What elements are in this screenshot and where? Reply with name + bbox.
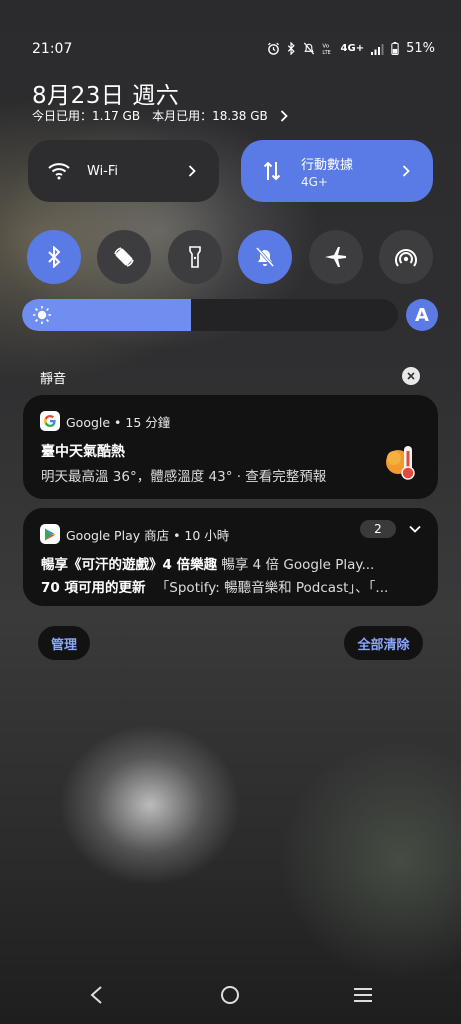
notification-title: 臺中天氣酷熱 <box>41 444 125 460</box>
close-icon <box>407 372 415 380</box>
section-title: 靜音 <box>40 372 67 387</box>
clear-all-button[interactable]: 全部清除 <box>344 626 423 660</box>
airplane-toggle[interactable] <box>309 230 363 284</box>
alarm-icon <box>267 42 279 55</box>
recents-icon[interactable] <box>353 985 373 1005</box>
volte-icon: VoLTE <box>322 44 330 55</box>
dismiss-section-button[interactable] <box>402 367 420 385</box>
notification-line-2: 70 項可用的更新 「Spotify: 暢聽音樂和 Podcast」、「... <box>41 576 388 596</box>
network-type: 4G+ <box>340 43 365 54</box>
mute-status-icon <box>303 42 314 55</box>
manage-button[interactable]: 管理 <box>38 626 90 660</box>
data-usage-month: 本月已用：18.38 GB <box>152 109 268 123</box>
mobile-data-tile[interactable]: 行動數據 4G+ <box>241 140 433 202</box>
notification-play-store[interactable]: Google Play 商店 • 10 小時 2 暢享《可汗的遊戲》4 倍樂趣 … <box>23 508 438 606</box>
wifi-icon <box>48 163 70 180</box>
signal-icon <box>371 43 384 55</box>
chevron-down-icon[interactable] <box>409 525 421 533</box>
notification-app-label: Google • 15 分鐘 <box>66 414 171 430</box>
svg-text:Vo: Vo <box>322 44 329 50</box>
hotspot-icon <box>395 249 417 267</box>
notification-line-1: 暢享《可汗的遊戲》4 倍樂趣 暢享 4 倍 Google Play... <box>41 553 374 573</box>
notification-count-badge: 2 <box>360 520 396 538</box>
mobile-data-text: 行動數據 4G+ <box>301 154 353 189</box>
notification-body: 明天最高溫 36°，體感溫度 43° · 查看完整預報 <box>41 469 327 485</box>
data-transfer-icon <box>263 161 281 181</box>
hotspot-toggle[interactable] <box>379 230 433 284</box>
sun-icon <box>33 306 51 324</box>
bluetooth-status-icon <box>287 42 295 55</box>
back-icon[interactable] <box>89 985 103 1005</box>
google-icon <box>40 411 60 431</box>
status-time: 21:07 <box>32 41 73 57</box>
bluetooth-toggle[interactable] <box>27 230 81 284</box>
battery-icon <box>391 42 399 55</box>
data-usage-today: 今日已用：1.17 GB <box>32 109 141 123</box>
wifi-chevron-icon <box>188 165 196 177</box>
flashlight-toggle[interactable] <box>168 230 222 284</box>
flashlight-icon <box>189 246 201 268</box>
mobile-data-chevron-icon <box>402 165 410 177</box>
wifi-tile[interactable]: Wi-Fi <box>28 140 219 202</box>
status-icons: Vo LTE 4G+ 51% <box>267 41 435 56</box>
mute-toggle[interactable] <box>238 230 292 284</box>
auto-brightness-button[interactable]: A <box>406 299 438 331</box>
svg-text:LTE: LTE <box>322 50 330 55</box>
auto-rotate-toggle[interactable] <box>97 230 151 284</box>
data-usage-row[interactable]: 今日已用：1.17 GB 本月已用：18.38 GB <box>32 107 288 124</box>
mute-bell-icon <box>255 247 275 267</box>
mobile-data-label: 行動數據 <box>301 157 354 173</box>
battery-percent: 51% <box>406 41 435 56</box>
notification-app-label: Google Play 商店 • 10 小時 <box>66 527 230 543</box>
home-icon[interactable] <box>220 985 240 1005</box>
thermometer-weather-icon <box>386 446 415 480</box>
date-label: 8月23日 週六 <box>32 83 180 109</box>
mobile-data-sub: 4G+ <box>301 174 328 189</box>
brightness-slider[interactable] <box>22 299 398 331</box>
notification-title: 70 項可用的更新 <box>41 580 146 596</box>
notification-header: Google • 15 分鐘 <box>40 411 170 431</box>
play-store-icon <box>40 524 60 544</box>
airplane-icon <box>325 247 346 267</box>
chevron-right-icon <box>280 109 288 122</box>
wifi-label: Wi-Fi <box>87 163 119 179</box>
auto-rotate-icon <box>114 247 134 267</box>
notification-title: 暢享《可汗的遊戲》4 倍樂趣 <box>41 557 218 573</box>
bluetooth-icon <box>48 246 61 268</box>
notification-body: 暢享 4 倍 Google Play... <box>221 557 375 573</box>
notification-body: 「Spotify: 暢聽音樂和 Podcast」、「... <box>155 580 389 596</box>
notification-weather[interactable]: Google • 15 分鐘 臺中天氣酷熱 明天最高溫 36°，體感溫度 43°… <box>23 395 438 499</box>
notification-header: Google Play 商店 • 10 小時 <box>40 524 229 544</box>
